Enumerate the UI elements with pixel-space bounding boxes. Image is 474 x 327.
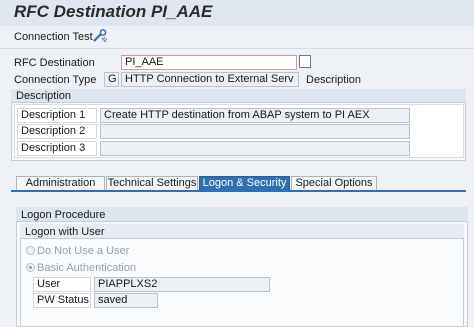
tab-special-options[interactable]: Special Options (291, 176, 377, 191)
logon-with-user-title: Logon with User (25, 226, 105, 238)
connection-test-button[interactable]: Connection Test (14, 31, 93, 43)
description-label: Description (306, 74, 362, 86)
pw-status-label: PW Status (33, 293, 91, 308)
description-3-field[interactable] (100, 141, 410, 156)
window-title: RFC Destination PI_AAE (14, 2, 213, 21)
description-2-field[interactable] (100, 124, 410, 139)
connection-type-text-field: HTTP Connection to External Serv (121, 72, 299, 87)
user-label: User (33, 277, 91, 292)
value-help-icon[interactable] (299, 55, 311, 68)
connection-type-label: Connection Type (14, 74, 97, 86)
description-group-title: Description (16, 90, 72, 102)
description-group-header (11, 89, 466, 103)
basic-authentication-label: Basic Authentication (37, 262, 137, 274)
do-not-use-user-label: Do Not Use a User (37, 245, 130, 257)
user-field[interactable]: PIAPPLXS2 (94, 277, 270, 292)
tab-technical-settings[interactable]: Technical Settings (106, 176, 198, 191)
description-2-label: Description 2 (17, 124, 97, 139)
tab-administration[interactable]: Administration (16, 176, 105, 191)
basic-authentication-radio[interactable] (26, 263, 35, 272)
rfc-destination-field[interactable]: PI_AAE (121, 55, 297, 70)
logon-with-user-group (20, 224, 464, 327)
rfc-destination-label: RFC Destination (14, 57, 95, 69)
wrench-icon[interactable] (92, 29, 108, 43)
tab-logon-security[interactable]: Logon & Security (199, 176, 290, 191)
do-not-use-user-radio[interactable] (26, 246, 35, 255)
description-3-label: Description 3 (17, 141, 97, 156)
description-1-field[interactable]: Create HTTP destination from ABAP system… (100, 108, 410, 123)
connection-type-code-field: G (104, 72, 119, 87)
description-1-label: Description 1 (17, 108, 97, 123)
pw-status-field: saved (94, 293, 158, 308)
logon-procedure-title: Logon Procedure (21, 209, 106, 221)
